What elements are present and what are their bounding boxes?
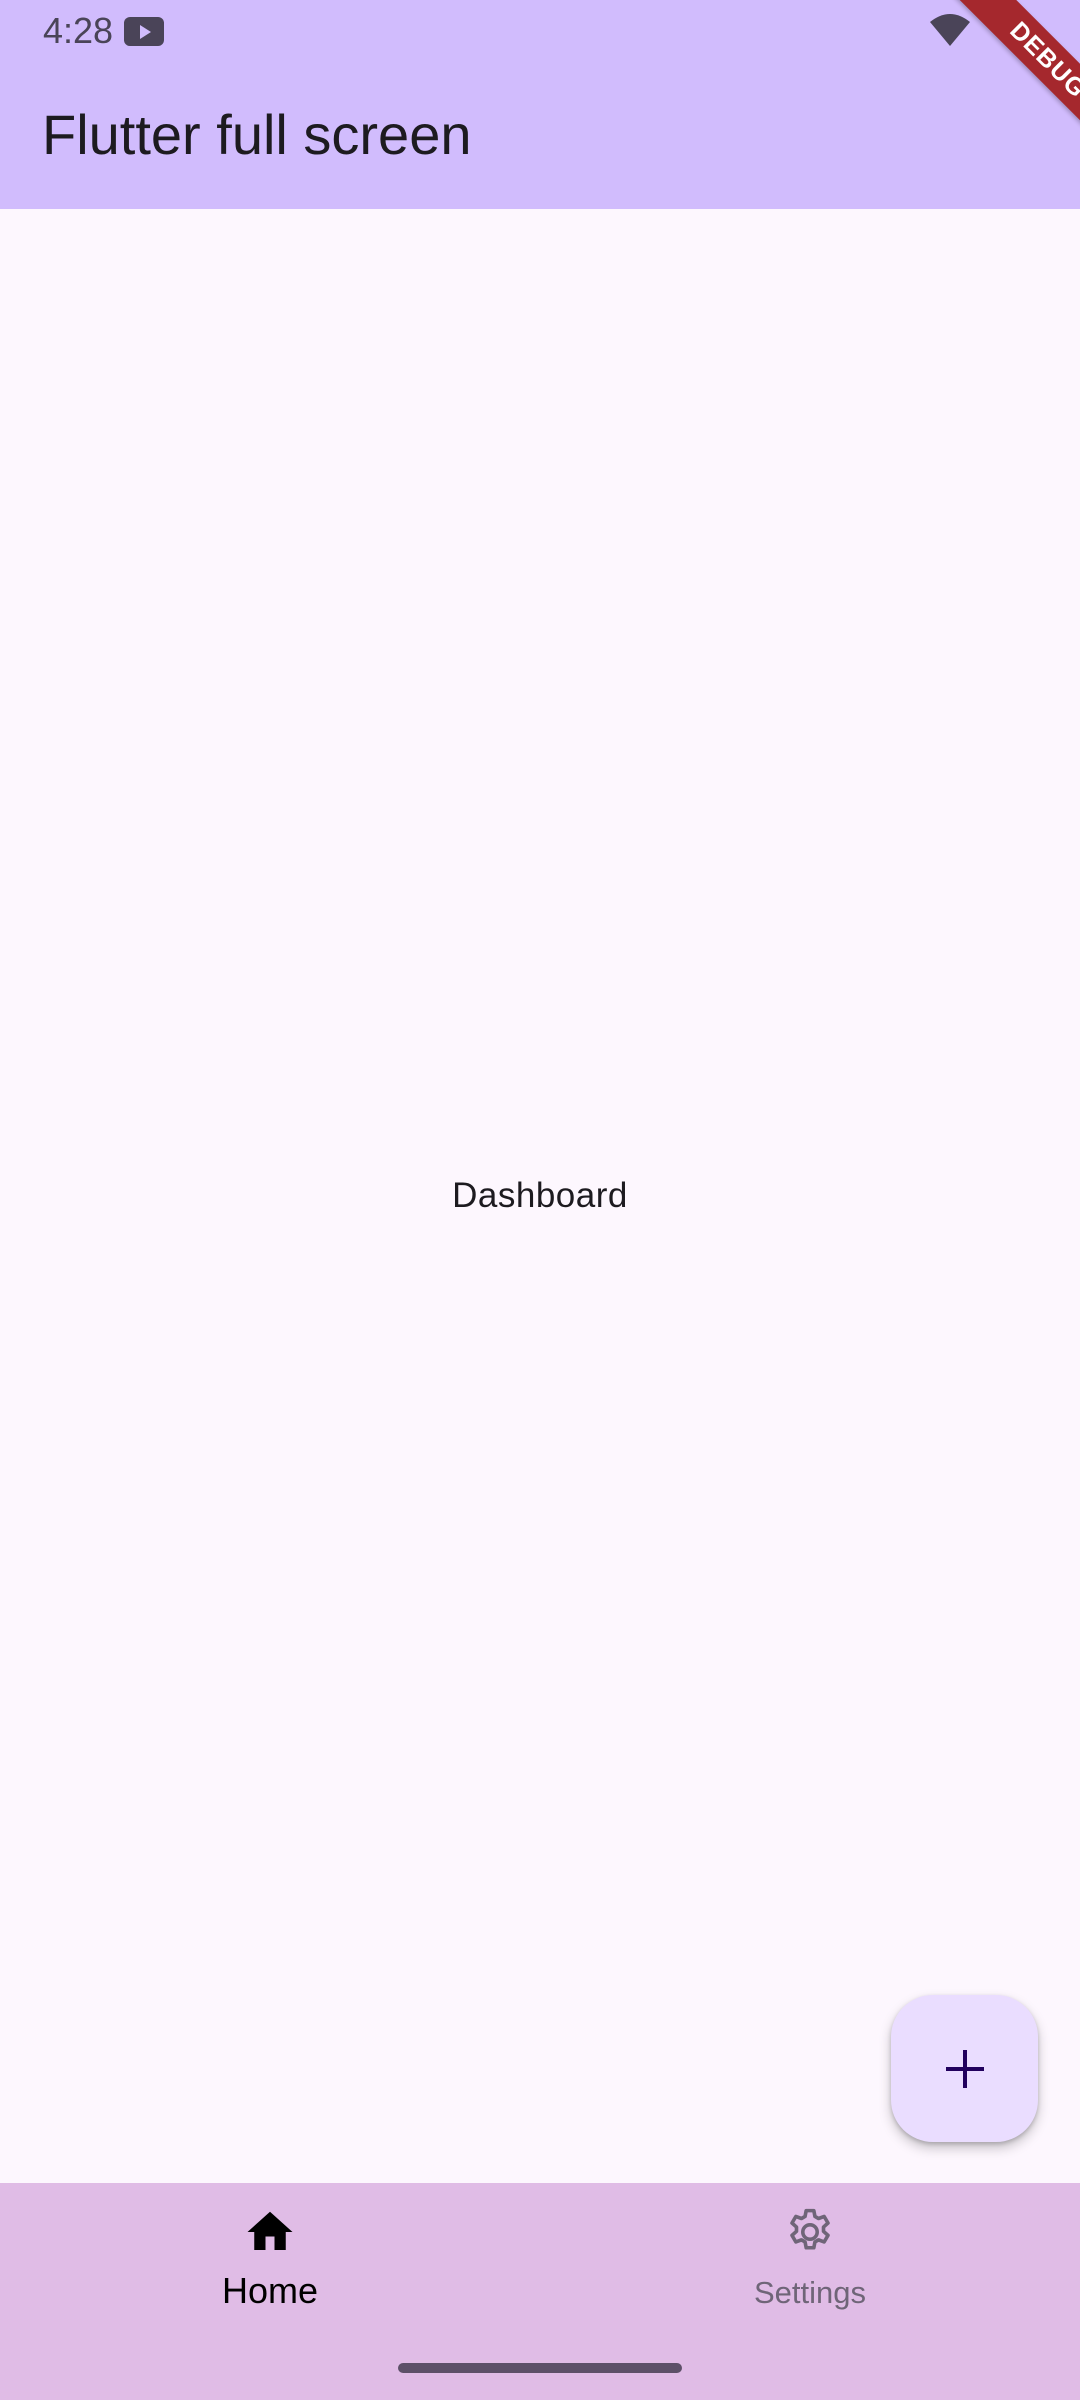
nav-label-home: Home: [221, 2270, 319, 2311]
status-bar: 4:28: [0, 0, 1080, 62]
nav-label-settings: Settings: [753, 2275, 866, 2310]
gear-icon: [790, 2208, 830, 2250]
dashboard-label: Dashboard: [452, 1176, 628, 1215]
page-title: Flutter full screen: [42, 103, 472, 166]
nav-item-home[interactable]: Home: [0, 2183, 540, 2343]
status-time: 4:28: [43, 10, 114, 51]
gesture-handle[interactable]: [398, 2363, 682, 2373]
home-icon: [247, 2211, 293, 2250]
wifi-icon: [930, 14, 970, 46]
add-button[interactable]: [891, 1995, 1038, 2142]
plus-icon: [945, 2049, 984, 2088]
play-icon: [124, 17, 164, 46]
app-bar: 4:28 Flutter full screen: [0, 0, 1080, 209]
nav-item-settings[interactable]: Settings: [540, 2183, 1080, 2343]
